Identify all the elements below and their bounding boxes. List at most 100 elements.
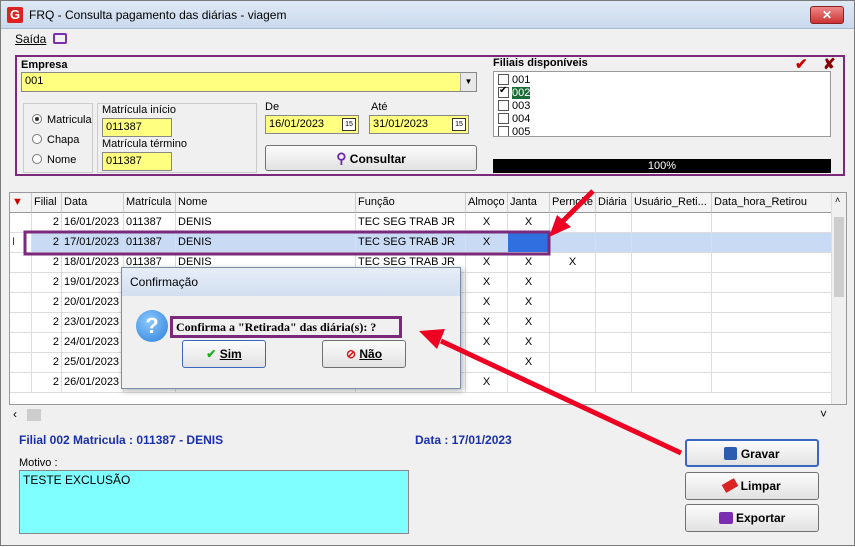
row-indicator[interactable] xyxy=(10,313,32,333)
table-cell[interactable]: TEC SEG TRAB JR xyxy=(356,233,466,253)
gravar-button[interactable]: Gravar xyxy=(685,439,819,467)
table-cell[interactable]: DENIS xyxy=(176,213,356,233)
table-cell[interactable]: X xyxy=(508,333,550,353)
table-cell[interactable] xyxy=(712,293,832,313)
radio-matricula[interactable]: Matricula xyxy=(32,114,102,126)
menu-saida[interactable]: Saída xyxy=(15,32,46,46)
de-input[interactable]: 16/01/2023 15 xyxy=(265,115,359,134)
chevron-down-icon[interactable]: ˅ xyxy=(820,407,827,421)
table-cell[interactable] xyxy=(550,333,596,353)
table-cell[interactable]: 20/01/2023 xyxy=(62,293,124,313)
calendar-icon[interactable]: 15 xyxy=(452,118,466,131)
table-cell[interactable] xyxy=(712,233,832,253)
table-cell[interactable] xyxy=(466,353,508,373)
table-cell[interactable]: X xyxy=(466,293,508,313)
table-cell[interactable]: 2 xyxy=(32,233,62,253)
table-cell[interactable]: 2 xyxy=(32,273,62,293)
table-cell[interactable] xyxy=(712,373,832,393)
list-item[interactable]: 002 xyxy=(498,85,531,99)
table-cell[interactable] xyxy=(550,293,596,313)
table-cell[interactable]: X xyxy=(508,293,550,313)
col-usuario[interactable]: Usuário_Reti... xyxy=(632,193,712,213)
table-cell[interactable]: 2 xyxy=(32,213,62,233)
table-cell[interactable] xyxy=(596,293,632,313)
table-cell[interactable] xyxy=(508,373,550,393)
list-item[interactable]: 003 xyxy=(498,100,530,112)
table-cell[interactable] xyxy=(712,253,832,273)
chevron-down-icon[interactable]: ▼ xyxy=(460,73,476,91)
col-almoco[interactable]: Almoço xyxy=(466,193,508,213)
table-cell[interactable] xyxy=(596,313,632,333)
exportar-button[interactable]: Exportar xyxy=(685,504,819,532)
list-item[interactable]: 004 xyxy=(498,113,530,125)
table-cell[interactable]: DENIS xyxy=(176,233,356,253)
table-cell[interactable]: X xyxy=(466,233,508,253)
row-indicator[interactable] xyxy=(10,333,32,353)
table-cell[interactable] xyxy=(550,313,596,333)
chevron-left-icon[interactable]: ‹ xyxy=(13,407,17,421)
table-cell[interactable]: X xyxy=(508,273,550,293)
table-cell[interactable]: X xyxy=(466,273,508,293)
table-cell[interactable] xyxy=(632,293,712,313)
consultar-button[interactable]: ⚲ Consultar xyxy=(265,145,477,171)
col-diaria[interactable]: Diária xyxy=(596,193,632,213)
table-cell[interactable]: 24/01/2023 xyxy=(62,333,124,353)
table-cell[interactable] xyxy=(550,273,596,293)
table-cell[interactable]: X xyxy=(466,373,508,393)
table-cell[interactable] xyxy=(712,333,832,353)
table-cell[interactable] xyxy=(632,373,712,393)
col-data[interactable]: Data xyxy=(62,193,124,213)
scroll-thumb[interactable] xyxy=(834,217,844,297)
col-janta[interactable]: Janta xyxy=(508,193,550,213)
row-indicator[interactable] xyxy=(10,213,32,233)
col-filial[interactable]: Filial xyxy=(32,193,62,213)
sort-icon[interactable]: ▼ xyxy=(10,193,32,213)
table-cell[interactable]: X xyxy=(508,313,550,333)
table-cell[interactable] xyxy=(632,333,712,353)
table-cell[interactable]: 18/01/2023 xyxy=(62,253,124,273)
table-cell[interactable]: 2 xyxy=(32,313,62,333)
table-cell[interactable]: TEC SEG TRAB JR xyxy=(356,213,466,233)
table-cell[interactable]: X xyxy=(466,313,508,333)
table-cell[interactable]: X xyxy=(466,213,508,233)
table-cell[interactable]: 19/01/2023 xyxy=(62,273,124,293)
col-matricula[interactable]: Matrícula xyxy=(124,193,176,213)
table-cell[interactable] xyxy=(550,213,596,233)
table-cell[interactable] xyxy=(632,233,712,253)
calendar-icon[interactable]: 15 xyxy=(342,118,356,131)
monitor-icon[interactable] xyxy=(53,33,67,44)
row-indicator[interactable] xyxy=(10,373,32,393)
row-indicator[interactable] xyxy=(10,293,32,313)
table-cell[interactable]: X xyxy=(550,253,596,273)
table-cell[interactable] xyxy=(550,373,596,393)
table-cell[interactable] xyxy=(712,213,832,233)
table-cell[interactable]: 2 xyxy=(32,253,62,273)
table-cell[interactable]: 17/01/2023 xyxy=(62,233,124,253)
table-cell[interactable] xyxy=(712,353,832,373)
table-cell[interactable] xyxy=(632,273,712,293)
table-cell[interactable]: 2 xyxy=(32,293,62,313)
table-cell[interactable]: 16/01/2023 xyxy=(62,213,124,233)
table-cell[interactable] xyxy=(596,253,632,273)
scroll-thumb[interactable] xyxy=(27,409,41,421)
col-data-hora[interactable]: Data_hora_Retirou xyxy=(712,193,832,213)
table-cell[interactable] xyxy=(712,273,832,293)
ate-input[interactable]: 31/01/2023 15 xyxy=(369,115,469,134)
table-cell[interactable] xyxy=(550,353,596,373)
row-indicator[interactable] xyxy=(10,253,32,273)
table-cell[interactable] xyxy=(596,373,632,393)
table-cell[interactable]: 25/01/2023 xyxy=(62,353,124,373)
mat-termino-input[interactable]: 011387 xyxy=(102,152,172,171)
table-cell[interactable] xyxy=(508,233,550,253)
empresa-select[interactable]: 001 ▼ xyxy=(21,72,477,92)
row-indicator[interactable] xyxy=(10,273,32,293)
radio-nome[interactable]: Nome xyxy=(32,154,102,166)
table-cell[interactable] xyxy=(596,233,632,253)
row-indicator[interactable]: I xyxy=(10,233,32,253)
table-cell[interactable]: 2 xyxy=(32,373,62,393)
table-cell[interactable]: X xyxy=(508,213,550,233)
table-cell[interactable]: X xyxy=(508,253,550,273)
radio-chapa[interactable]: Chapa xyxy=(32,134,102,146)
table-cell[interactable]: 23/01/2023 xyxy=(62,313,124,333)
table-cell[interactable] xyxy=(596,333,632,353)
